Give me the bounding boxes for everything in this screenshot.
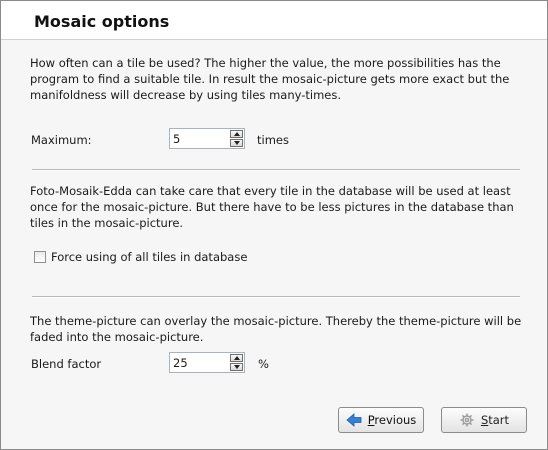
previous-button[interactable]: Previous bbox=[338, 407, 424, 433]
arrow-down-icon bbox=[234, 365, 240, 369]
start-button[interactable]: Start bbox=[441, 407, 527, 433]
maximum-spinner[interactable]: 5 bbox=[169, 128, 245, 149]
maximum-spin-buttons bbox=[230, 130, 243, 147]
separator bbox=[32, 169, 520, 171]
blend-factor-value[interactable]: 25 bbox=[173, 356, 188, 370]
gear-icon bbox=[459, 412, 475, 428]
arrow-left-icon bbox=[346, 412, 362, 428]
blend-decrement-button[interactable] bbox=[230, 363, 243, 371]
dialog-title: Mosaic options bbox=[34, 12, 170, 31]
maximum-value[interactable]: 5 bbox=[173, 132, 180, 146]
blend-description: The theme-picture can overlay the mosaic… bbox=[30, 314, 522, 344]
force-tiles-description: Foto-Mosaik-Edda can take care that ever… bbox=[30, 184, 514, 230]
blend-unit: % bbox=[258, 357, 269, 371]
separator bbox=[32, 296, 520, 298]
arrow-up-icon bbox=[234, 356, 240, 360]
force-tiles-checkbox[interactable] bbox=[34, 251, 46, 263]
blend-spin-buttons bbox=[230, 354, 243, 371]
maximum-decrement-button[interactable] bbox=[230, 139, 243, 147]
blend-factor-spinner[interactable]: 25 bbox=[169, 352, 245, 373]
maximum-increment-button[interactable] bbox=[230, 130, 243, 138]
arrow-down-icon bbox=[234, 141, 240, 145]
maximum-unit: times bbox=[257, 133, 289, 147]
maximum-label: Maximum: bbox=[31, 133, 92, 147]
blend-factor-label: Blend factor bbox=[31, 357, 102, 371]
start-label: Start bbox=[480, 413, 510, 427]
previous-label: Previous bbox=[367, 413, 417, 427]
dialog-header: Mosaic options bbox=[1, 1, 547, 40]
arrow-up-icon bbox=[234, 132, 240, 136]
force-tiles-label[interactable]: Force using of all tiles in database bbox=[51, 250, 247, 264]
tile-usage-description: How often can a tile be used? The higher… bbox=[30, 56, 510, 102]
blend-increment-button[interactable] bbox=[230, 354, 243, 362]
